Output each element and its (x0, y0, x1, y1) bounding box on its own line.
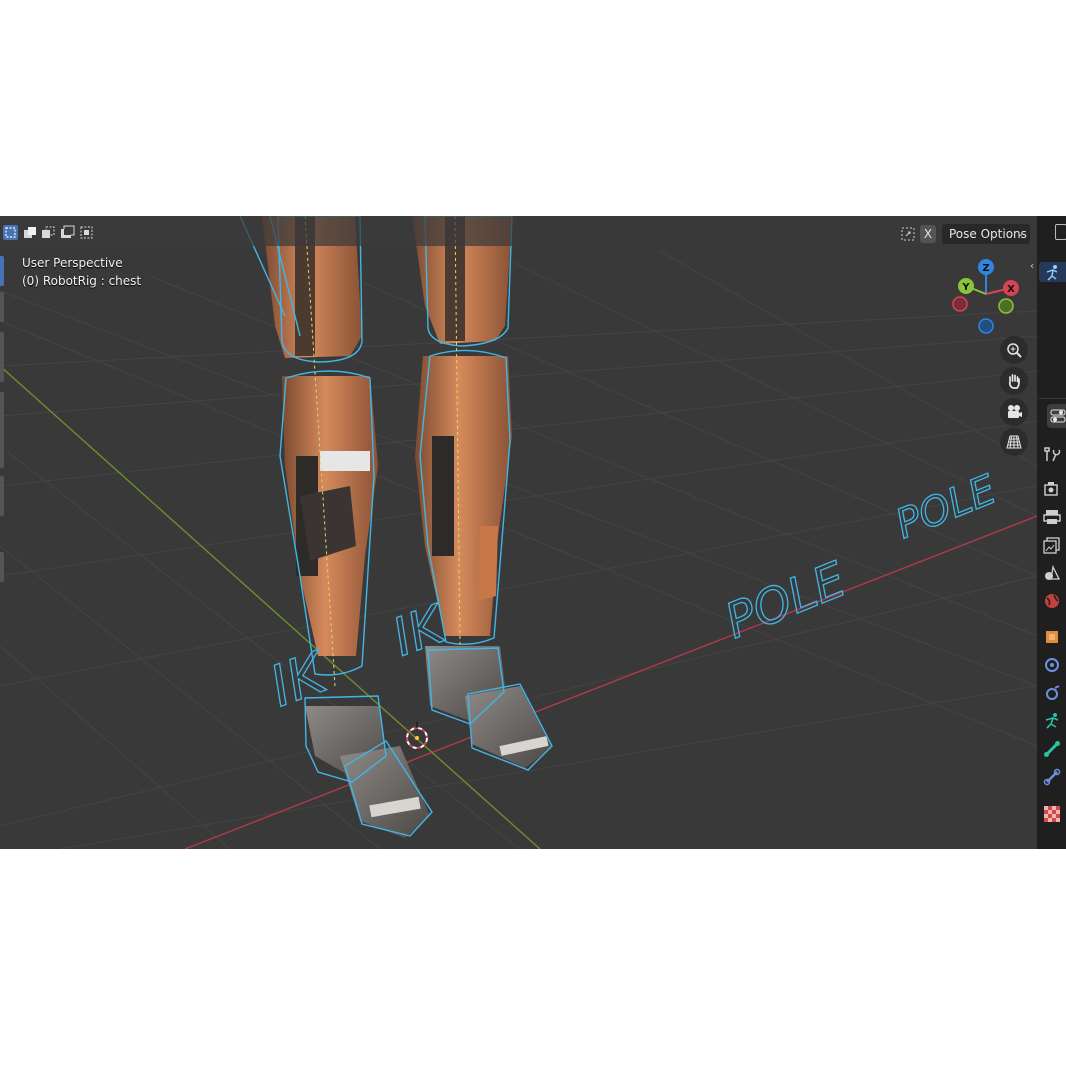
x-mirror-toggle[interactable]: X (920, 225, 936, 243)
render-icon[interactable] (1043, 480, 1061, 498)
new-window-icon[interactable] (1055, 224, 1066, 240)
left-leg-mesh (262, 216, 430, 838)
sidebar-collapse-icon[interactable]: ‹ (1030, 261, 1038, 273)
3d-viewport[interactable]: IK IK POLE POLE X Pose Options ⌄ User Pe… (0, 216, 1037, 849)
zoom-icon[interactable] (1000, 336, 1028, 364)
object-data-armature-icon[interactable] (1043, 712, 1061, 730)
properties-editor-icon[interactable] (1047, 404, 1066, 428)
gizmo-x-label: X (1007, 284, 1015, 295)
object-icon[interactable] (1043, 628, 1061, 646)
divider (1039, 398, 1066, 399)
pan-hand-icon[interactable] (1000, 367, 1028, 395)
chevron-down-icon: ⌄ (1016, 228, 1025, 239)
camera-view-icon[interactable] (1000, 398, 1028, 426)
pose-options-label: Pose Options (949, 227, 1027, 241)
pose-options-dropdown[interactable]: Pose Options ⌄ (942, 224, 1030, 244)
viewport-scene: IK IK POLE POLE (0, 216, 1037, 849)
world-icon[interactable] (1043, 592, 1061, 610)
transform-gizmo-icon[interactable] (900, 226, 916, 242)
viewport-header: X Pose Options ⌄ (0, 216, 1037, 248)
navigation-gizmo[interactable]: Z X Y (948, 256, 1028, 336)
toolbar-tool[interactable] (0, 292, 4, 322)
bone-constraints-icon[interactable] (1043, 768, 1061, 786)
toolbar-tool-active[interactable] (0, 256, 4, 286)
select-extend-icon[interactable] (23, 225, 38, 240)
select-subtract-icon[interactable] (41, 225, 56, 240)
select-set-icon[interactable] (3, 225, 18, 240)
particles-icon[interactable] (1043, 684, 1061, 702)
toolbar-tool[interactable] (0, 476, 4, 516)
properties-tab-strip: ‹ (1030, 216, 1066, 849)
gizmo-z-label: Z (982, 263, 989, 274)
gizmo-y-label: Y (961, 282, 970, 293)
blender-window: IK IK POLE POLE X Pose Options ⌄ User Pe… (0, 216, 1066, 849)
bone-icon[interactable] (1043, 740, 1061, 758)
view-perspective-label: User Perspective (22, 256, 123, 270)
toolbar-tool[interactable] (0, 392, 4, 468)
scene-icon[interactable] (1043, 564, 1061, 582)
select-difference-icon[interactable] (60, 225, 75, 240)
grid-ortho-icon[interactable] (1000, 428, 1028, 456)
active-object-label: (0) RobotRig : chest (22, 274, 142, 288)
viewport-info: User Perspective (0) RobotRig : chest (22, 254, 141, 290)
pole-label-near: POLE (718, 551, 854, 650)
view-layer-icon[interactable] (1043, 536, 1061, 554)
header-region (0, 216, 518, 246)
toolbar-tool[interactable] (0, 552, 4, 582)
3d-cursor (406, 722, 428, 749)
tab-pose-active[interactable] (1039, 262, 1066, 282)
toolbar-tool[interactable] (0, 332, 4, 382)
modifiers-icon[interactable] (1043, 656, 1061, 674)
right-leg-mesh (412, 216, 552, 768)
tool-icon[interactable] (1043, 445, 1061, 463)
output-icon[interactable] (1043, 508, 1061, 526)
select-intersect-icon[interactable] (79, 225, 94, 240)
texture-icon[interactable] (1043, 805, 1061, 823)
